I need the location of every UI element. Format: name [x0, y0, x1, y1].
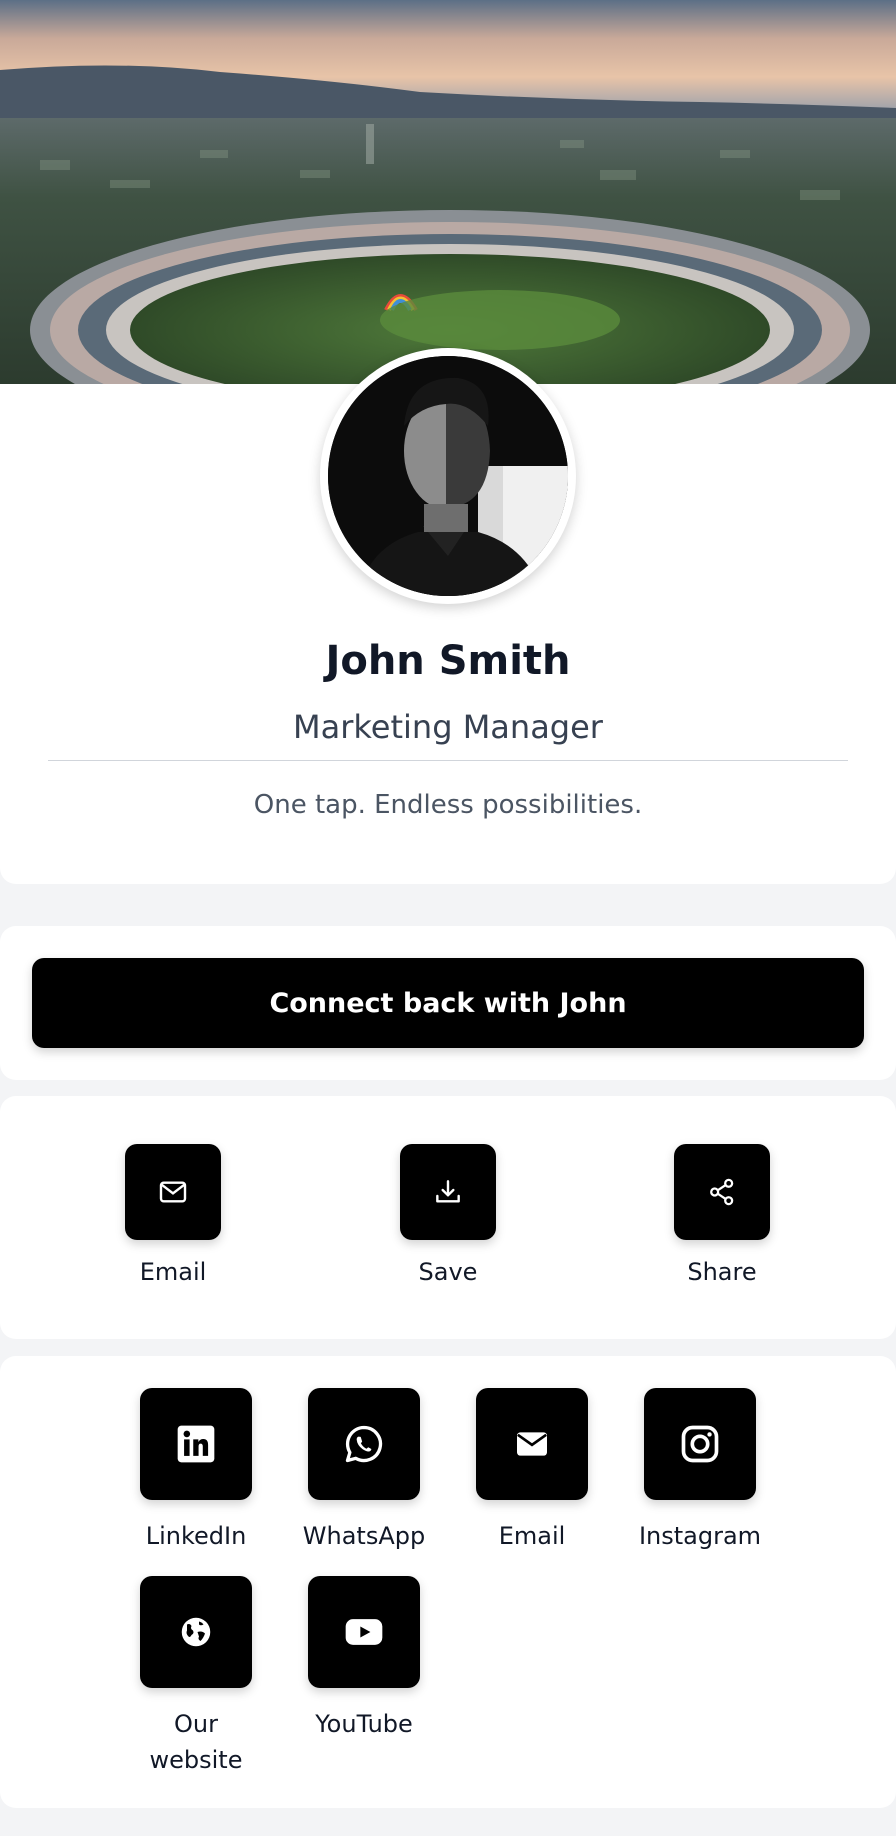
social-whatsapp[interactable]: WhatsApp	[294, 1388, 434, 1554]
email-label: Email	[498, 1522, 566, 1550]
email-action-tile[interactable]	[125, 1144, 221, 1240]
youtube-tile[interactable]	[308, 1576, 420, 1688]
whatsapp-icon	[345, 1425, 383, 1463]
mail-outline-icon	[159, 1181, 187, 1203]
linkedin-icon	[177, 1425, 215, 1463]
email-tile[interactable]	[476, 1388, 588, 1500]
connect-back-button[interactable]: Connect back with John	[32, 958, 864, 1048]
save-action[interactable]: Save	[378, 1144, 518, 1286]
profile-name: John Smith	[325, 638, 571, 684]
share-icon	[710, 1178, 734, 1206]
share-action[interactable]: Share	[652, 1144, 792, 1286]
share-action-label: Share	[687, 1258, 757, 1286]
youtube-icon	[345, 1619, 383, 1645]
divider	[48, 760, 848, 761]
save-action-label: Save	[418, 1258, 478, 1286]
email-action[interactable]: Email	[103, 1144, 243, 1286]
instagram-tile[interactable]	[644, 1388, 756, 1500]
linkedin-tile[interactable]	[140, 1388, 252, 1500]
download-icon	[436, 1180, 460, 1203]
save-action-tile[interactable]	[400, 1144, 496, 1240]
social-youtube[interactable]: YouTube	[294, 1576, 434, 1742]
social-linkedin[interactable]: LinkedIn	[126, 1388, 266, 1554]
instagram-label: Instagram	[638, 1522, 762, 1550]
profile-header-card: John Smith Marketing Manager One tap. En…	[0, 0, 896, 884]
share-action-tile[interactable]	[674, 1144, 770, 1240]
website-tile[interactable]	[140, 1576, 252, 1688]
social-email[interactable]: Email	[462, 1388, 602, 1554]
email-action-label: Email	[139, 1258, 207, 1286]
avatar-portrait	[328, 356, 568, 596]
social-instagram[interactable]: Instagram	[630, 1388, 770, 1554]
youtube-label: YouTube	[315, 1710, 413, 1738]
avatar-frame	[320, 348, 576, 604]
whatsapp-tile[interactable]	[308, 1388, 420, 1500]
social-links-card: LinkedIn WhatsApp Email Instagram Our we…	[0, 1356, 896, 1808]
social-website[interactable]: Our website	[126, 1576, 266, 1778]
mail-filled-icon	[517, 1432, 547, 1456]
website-label: Our website	[149, 1710, 243, 1774]
avatar	[328, 356, 568, 596]
cover-image	[0, 0, 896, 384]
profile-tagline: One tap. Endless possibilities.	[253, 790, 643, 820]
cover-illustration	[0, 0, 896, 384]
profile-job-title: Marketing Manager	[293, 708, 603, 746]
linkedin-label: LinkedIn	[145, 1522, 247, 1550]
instagram-icon	[681, 1425, 719, 1463]
globe-icon	[181, 1617, 211, 1647]
connect-card: Connect back with John	[0, 926, 896, 1080]
quick-actions-card: Email Save Share	[0, 1096, 896, 1339]
whatsapp-label: WhatsApp	[302, 1522, 426, 1550]
